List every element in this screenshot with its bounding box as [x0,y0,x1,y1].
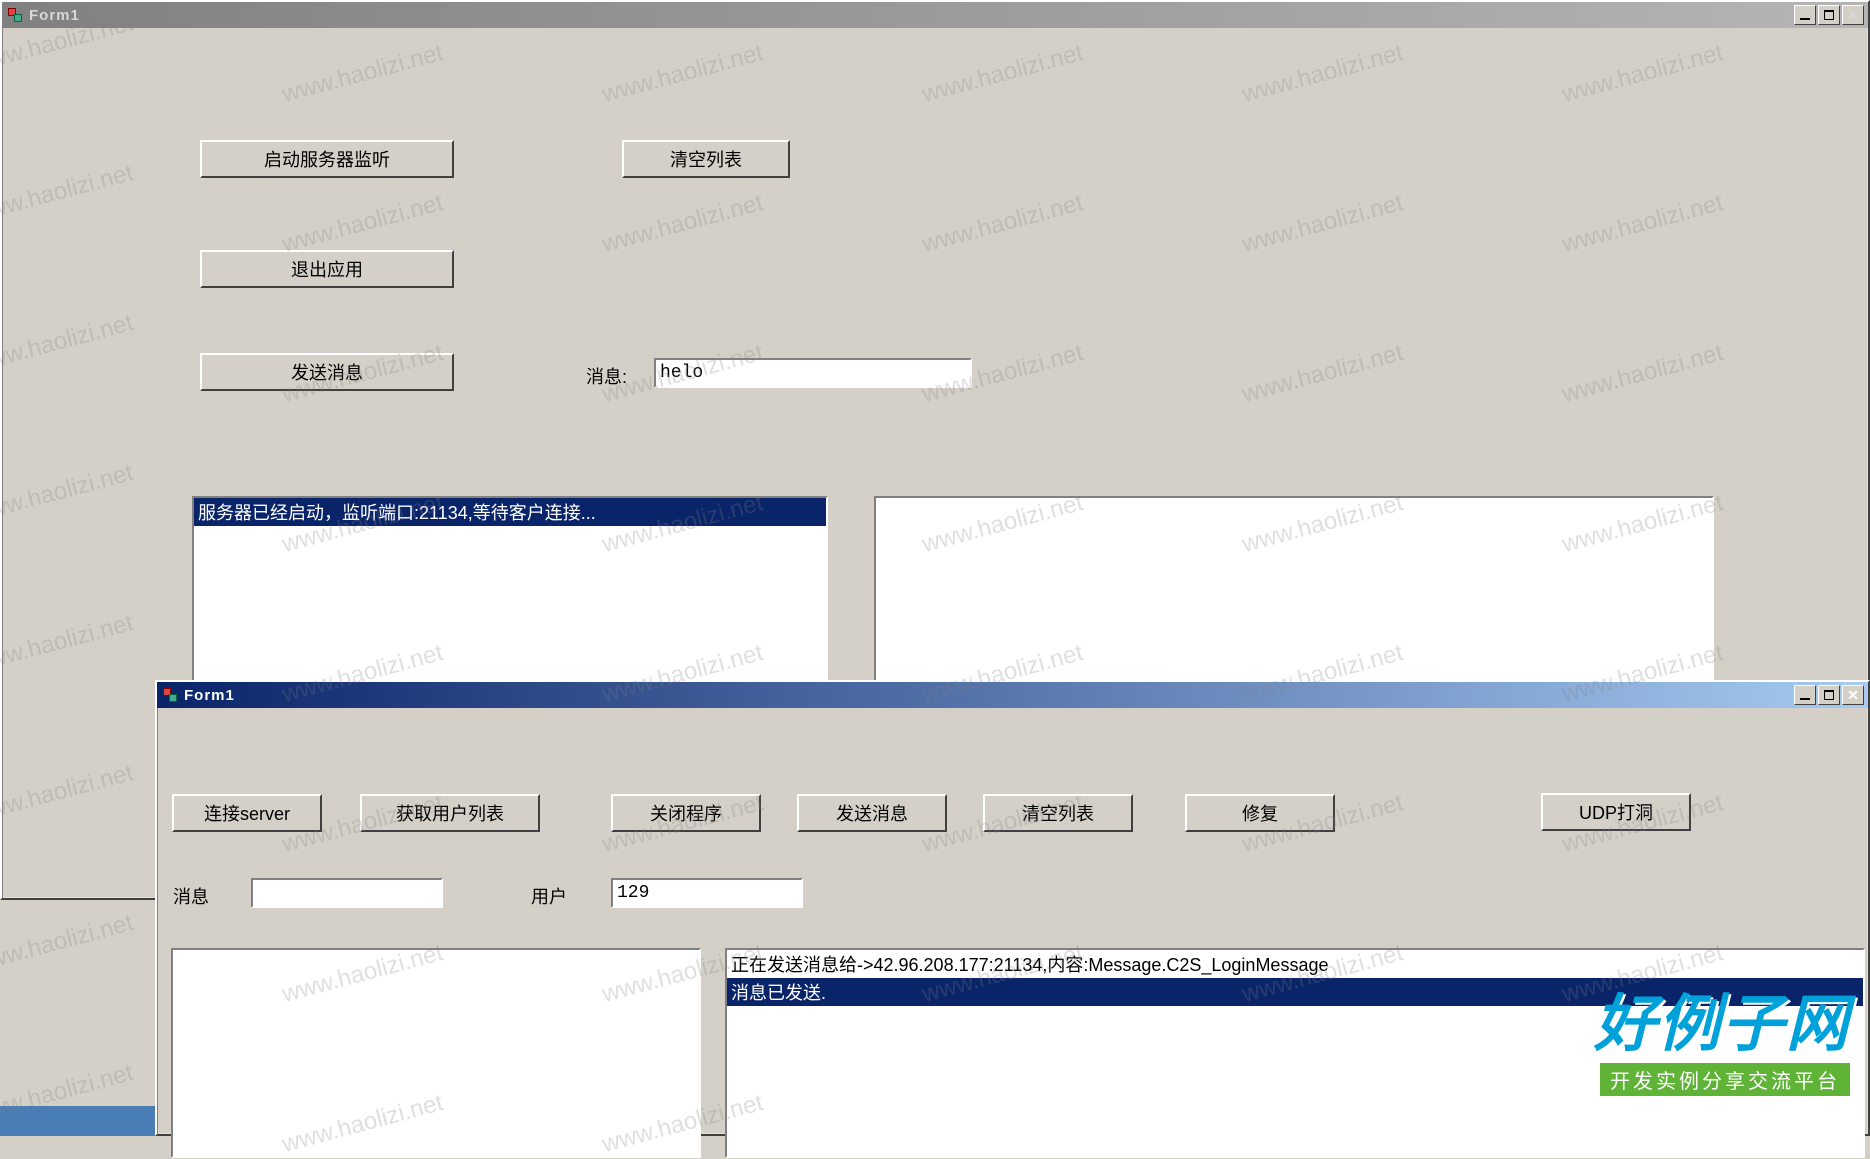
close-icon: ✕ [1847,7,1859,24]
connect-server-button[interactable]: 连接server [172,794,322,832]
start-server-button[interactable]: 启动服务器监听 [200,140,454,178]
app-icon [161,686,179,704]
client-window-title: Form1 [184,687,1794,704]
client-window-controls: ✕ [1794,685,1864,705]
minimize-button[interactable] [1794,5,1816,25]
message-input[interactable] [654,358,972,388]
server-window-titlebar[interactable]: Form1 ✕ [2,2,1868,28]
client-send-message-button[interactable]: 发送消息 [797,794,947,832]
site-logo-sub: 开发实例分享交流平台 [1600,1063,1850,1096]
site-logo-main: 好例子网 [1594,973,1850,1063]
user-input[interactable] [611,878,803,908]
udp-punch-button[interactable]: UDP打洞 [1541,793,1691,831]
minimize-button[interactable] [1794,685,1816,705]
clear-list-button[interactable]: 清空列表 [622,140,790,178]
maximize-icon [1824,10,1834,20]
close-button[interactable]: ✕ [1842,5,1864,25]
close-icon: ✕ [1847,687,1859,704]
minimize-icon [1800,698,1810,700]
minimize-icon [1800,18,1810,20]
client-message-input[interactable] [251,878,443,908]
watermark: www.haolizi.net [0,909,136,979]
close-program-button[interactable]: 关闭程序 [611,794,761,832]
message-label: 消息: [586,363,627,389]
maximize-button[interactable] [1818,5,1840,25]
repair-button[interactable]: 修复 [1185,794,1335,832]
client-window-titlebar[interactable]: Form1 ✕ [157,682,1868,708]
send-message-button[interactable]: 发送消息 [200,353,454,391]
client-clear-list-button[interactable]: 清空列表 [983,794,1133,832]
maximize-icon [1824,690,1834,700]
user-label: 用户 [531,883,567,909]
list-item[interactable]: 服务器已经启动，监听端口:21134,等待客户连接... [194,498,826,526]
site-logo: 好例子网 开发实例分享交流平台 [1594,973,1850,1096]
client-message-label: 消息 [173,883,209,909]
app-icon [6,6,24,24]
client-left-listbox[interactable] [171,948,701,1158]
taskbar-fragment [0,1106,160,1136]
close-button[interactable]: ✕ [1842,685,1864,705]
maximize-button[interactable] [1818,685,1840,705]
server-window-title: Form1 [29,7,1794,24]
server-window-controls: ✕ [1794,5,1864,25]
exit-app-button[interactable]: 退出应用 [200,250,454,288]
get-user-list-button[interactable]: 获取用户列表 [360,794,540,832]
